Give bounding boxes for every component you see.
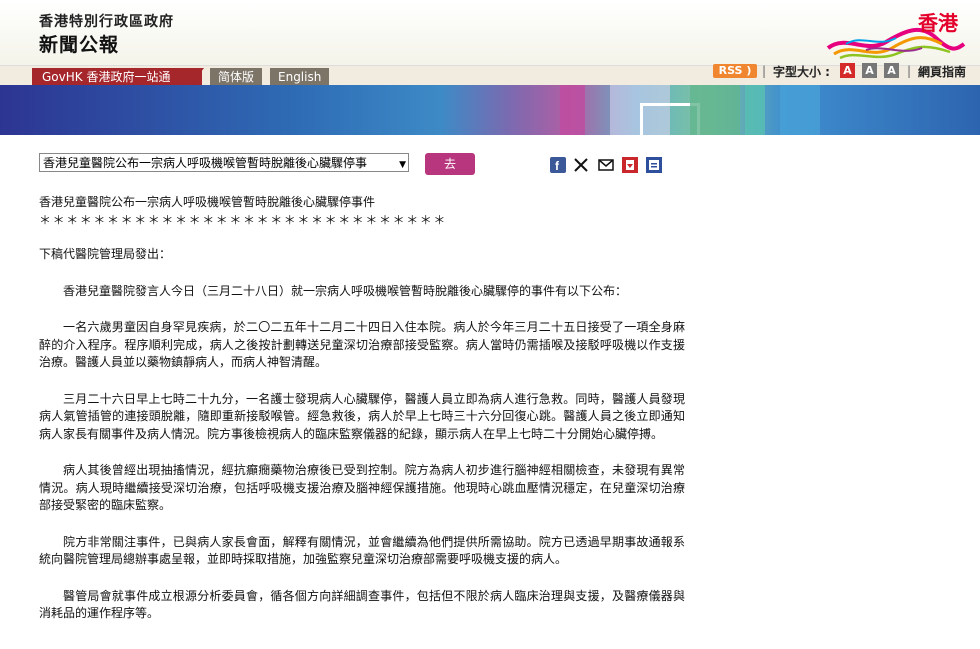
font-size-label: 字型大小 : (773, 65, 830, 79)
article-title: 香港兒童醫院公布一宗病人呼吸機喉管暫時脫離後心臟驟停事件 (39, 195, 376, 209)
press-release-article: 香港兒童醫院公布一宗病人呼吸機喉管暫時脫離後心臟驟停事件 ＊＊＊＊＊＊＊＊＊＊＊… (39, 194, 685, 623)
top-navigation-bar: GovHK 香港政府一站通 简体版 English (0, 65, 980, 86)
page-header: 香港特別行政區政府 新聞公報 香港 (0, 0, 980, 65)
article-paragraph: 病人其後曾經出現抽搐情況，經抗癲癇藥物治療後已受到控制。院方為病人初步進行腦神經… (39, 463, 685, 512)
go-button[interactable]: 去 (425, 153, 475, 175)
site-title[interactable]: 新聞公報 (39, 30, 119, 57)
decorative-banner (0, 85, 980, 135)
rss-label: RSS (718, 64, 743, 77)
select-value: 香港兒童醫院公布一宗病人呼吸機喉管暫時脫離後心臟驟停事 (43, 156, 368, 170)
simplified-chinese-link[interactable]: 简体版 (210, 68, 263, 86)
banner-block (745, 85, 765, 135)
font-size-medium-button[interactable]: A (862, 63, 877, 78)
title-divider: ＊＊＊＊＊＊＊＊＊＊＊＊＊＊＊＊＊＊＊＊＊＊＊＊＊＊＊＊＊＊ (39, 212, 448, 227)
english-link[interactable]: English (270, 68, 330, 86)
article-paragraph: 醫管局會就事件成立根源分析委員會，循各個方向詳細調查事件，包括但不限於病人臨床治… (39, 588, 685, 621)
banner-block (780, 85, 820, 135)
separator: | (907, 64, 912, 78)
rss-icon: ) (746, 64, 752, 77)
separator: | (762, 64, 767, 78)
bookmark-icon[interactable] (622, 157, 638, 173)
sitemap-link[interactable]: 網頁指南 (918, 63, 966, 80)
brand-logo-text: 香港 (918, 11, 958, 35)
issuer-line: 下稿代醫院管理局發出： (39, 247, 172, 261)
article-paragraph: 一名六歲男童因自身罕見疾病，於二〇二五年十二月二十四日入住本院。病人於今年三月二… (39, 320, 685, 369)
font-size-small-button[interactable]: A (840, 63, 855, 78)
banner-block (690, 85, 740, 135)
rss-feed-button[interactable]: RSS ) (713, 64, 757, 78)
font-size-large-button[interactable]: A (884, 63, 899, 78)
government-name: 香港特別行政區政府 (39, 14, 174, 30)
govhk-tab-edge (190, 68, 204, 86)
print-icon[interactable] (646, 157, 662, 173)
chevron-down-icon: ▼ (399, 160, 406, 170)
facebook-icon[interactable]: f (550, 157, 566, 173)
press-release-select[interactable]: 香港兒童醫院公布一宗病人呼吸機喉管暫時脫離後心臟驟停事 ▼ (39, 153, 409, 172)
email-icon[interactable] (598, 157, 614, 173)
article-paragraph: 院方非常關注事件，已與病人家長會面，解釋有關情況，並會繼續為他們提供所需協助。院… (39, 534, 685, 567)
banner-block (560, 85, 585, 135)
x-icon[interactable] (573, 157, 589, 173)
article-paragraph: 三月二十六日早上七時二十九分，一名護士發現病人心臟驟停，醫護人員立即為病人進行急… (39, 391, 685, 441)
govhk-link[interactable]: GovHK 香港政府一站通 (32, 68, 202, 86)
svg-text:f: f (555, 159, 560, 173)
article-paragraph: 香港兒童醫院發言人今日（三月二十八日）就一宗病人呼吸機喉管暫時脫離後心臟驟停的事… (63, 283, 628, 298)
